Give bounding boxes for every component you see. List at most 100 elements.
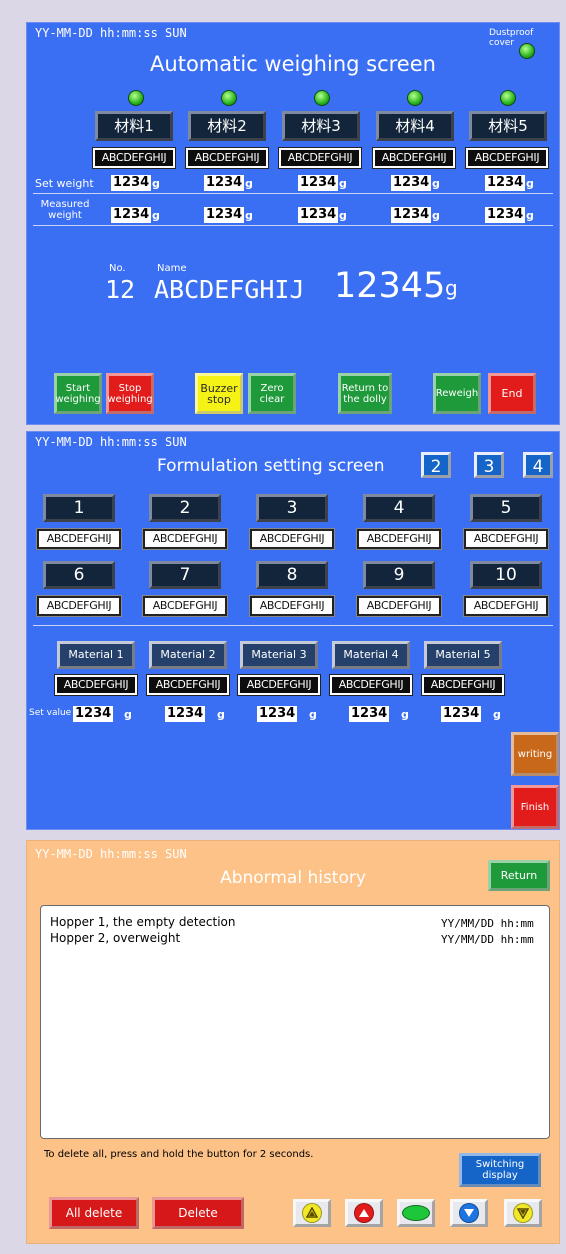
recipe-10-name: ABCDEFGHIJ (463, 595, 549, 617)
material-4-setting-button[interactable]: Material 4 (332, 641, 410, 669)
writing-button[interactable]: writing (511, 732, 559, 776)
recipe-3-name: ABCDEFGHIJ (249, 528, 335, 550)
measured-weight-unit: g (152, 209, 160, 222)
total-weight-unit: g (445, 276, 458, 300)
measured-weight-3: 1234 (298, 207, 339, 223)
recipe-3-button[interactable]: 3 (256, 494, 328, 522)
page-up-icon (354, 1203, 374, 1223)
recipe-8-button[interactable]: 8 (256, 561, 328, 589)
material-5-name: ABCDEFGHIJ (465, 147, 549, 169)
set-value-label: Set value (29, 708, 72, 718)
finish-button[interactable]: Finish (511, 785, 559, 829)
set-weight-1: 1234 (111, 175, 152, 191)
return-to-dolly-button[interactable]: Return to the dolly (338, 373, 392, 414)
measured-weight-label: Measured weight (40, 199, 90, 221)
zero-clear-button[interactable]: Zero clear (248, 373, 296, 414)
set-weight-2: 1234 (204, 175, 245, 191)
page-down-button[interactable] (450, 1199, 488, 1227)
set-weight-4: 1234 (391, 175, 432, 191)
buzzer-stop-button[interactable]: Buzzer stop (195, 373, 243, 414)
set-value-unit: g (217, 708, 225, 721)
history-entry-2-text: Hopper 2, overweight (50, 931, 181, 945)
set-weight-unit: g (526, 177, 534, 190)
switching-display-button[interactable]: Switching display (459, 1153, 541, 1187)
page-down-icon (459, 1203, 479, 1223)
set-value-1[interactable]: 1234 (73, 706, 114, 722)
center-icon (402, 1205, 430, 1221)
set-value-5[interactable]: 1234 (441, 706, 482, 722)
recipe-6-name: ABCDEFGHIJ (36, 595, 122, 617)
page-2-button[interactable]: 2 (421, 452, 451, 478)
history-list[interactable]: Hopper 1, the empty detection YY/MM/DD h… (40, 905, 550, 1139)
set-weight-label: Set weight (35, 177, 94, 190)
page-4-button[interactable]: 4 (523, 452, 553, 478)
page-up-button[interactable] (345, 1199, 383, 1227)
history-entry-1-text: Hopper 1, the empty detection (50, 915, 236, 929)
set-weight-unit: g (152, 177, 160, 190)
scroll-bottom-button[interactable] (504, 1199, 542, 1227)
name-label: Name (157, 263, 187, 274)
recipe-5-name: ABCDEFGHIJ (463, 528, 549, 550)
end-button[interactable]: End (488, 373, 536, 414)
stop-weighing-button[interactable]: Stop weighing (106, 373, 154, 414)
material-2-button[interactable]: 材料2 (188, 111, 266, 141)
formulation-datetime: YY-MM-DD hh:mm:ss SUN (35, 435, 187, 449)
measured-weight-unit: g (526, 209, 534, 222)
recipe-9-button[interactable]: 9 (363, 561, 435, 589)
set-value-unit: g (493, 708, 501, 721)
material-1-setting-button[interactable]: Material 1 (57, 641, 135, 669)
measured-weight-unit: g (245, 209, 253, 222)
scroll-top-button[interactable] (293, 1199, 331, 1227)
divider (33, 193, 553, 194)
set-weight-unit: g (339, 177, 347, 190)
recipe-2-button[interactable]: 2 (149, 494, 221, 522)
no-label: No. (109, 263, 126, 274)
set-weight-unit: g (432, 177, 440, 190)
reweigh-button[interactable]: Reweigh (433, 373, 481, 414)
material-1-name: ABCDEFGHIJ (92, 147, 176, 169)
set-value-3[interactable]: 1234 (257, 706, 298, 722)
recipe-5-button[interactable]: 5 (470, 494, 542, 522)
weighing-datetime: YY-MM-DD hh:mm:ss SUN (35, 26, 187, 40)
start-weighing-button[interactable]: Start weighing (54, 373, 102, 414)
set-value-unit: g (124, 708, 132, 721)
material-2-setting-name: ABCDEFGHIJ (146, 674, 230, 696)
material-3-setting-name: ABCDEFGHIJ (237, 674, 321, 696)
automatic-weighing-panel: YY-MM-DD hh:mm:ss SUN Dustproof cover Au… (26, 22, 560, 425)
scroll-bottom-icon (513, 1203, 533, 1223)
center-button[interactable] (397, 1199, 435, 1227)
delete-button[interactable]: Delete (152, 1197, 244, 1229)
name-value: ABCDEFGHIJ (154, 275, 305, 304)
material-4-setting-name: ABCDEFGHIJ (329, 674, 413, 696)
material-5-setting-button[interactable]: Material 5 (424, 641, 502, 669)
recipe-7-button[interactable]: 7 (149, 561, 221, 589)
set-value-4[interactable]: 1234 (349, 706, 390, 722)
formulation-setting-panel: YY-MM-DD hh:mm:ss SUN Formulation settin… (26, 431, 560, 830)
weighing-title: Automatic weighing screen (150, 52, 436, 76)
set-value-2[interactable]: 1234 (165, 706, 206, 722)
material-5-lamp (500, 90, 516, 106)
material-4-button[interactable]: 材料4 (376, 111, 454, 141)
recipe-1-button[interactable]: 1 (43, 494, 115, 522)
measured-weight-5: 1234 (485, 207, 526, 223)
measured-weight-unit: g (339, 209, 347, 222)
material-2-name: ABCDEFGHIJ (185, 147, 269, 169)
page-3-button[interactable]: 3 (474, 452, 504, 478)
material-5-button[interactable]: 材料5 (469, 111, 547, 141)
measured-weight-unit: g (432, 209, 440, 222)
history-datetime: YY-MM-DD hh:mm:ss SUN (35, 847, 187, 861)
recipe-6-button[interactable]: 6 (43, 561, 115, 589)
all-delete-button[interactable]: All delete (49, 1197, 139, 1229)
history-entry-1-time: YY/MM/DD hh:mm (441, 917, 534, 930)
material-3-setting-button[interactable]: Material 3 (240, 641, 318, 669)
recipe-4-button[interactable]: 4 (363, 494, 435, 522)
return-button[interactable]: Return (488, 860, 550, 891)
measured-weight-2: 1234 (204, 207, 245, 223)
material-3-button[interactable]: 材料3 (282, 111, 360, 141)
recipe-2-name: ABCDEFGHIJ (142, 528, 228, 550)
material-1-button[interactable]: 材料1 (95, 111, 173, 141)
recipe-8-name: ABCDEFGHIJ (249, 595, 335, 617)
material-1-lamp (128, 90, 144, 106)
material-2-setting-button[interactable]: Material 2 (149, 641, 227, 669)
recipe-10-button[interactable]: 10 (470, 561, 542, 589)
